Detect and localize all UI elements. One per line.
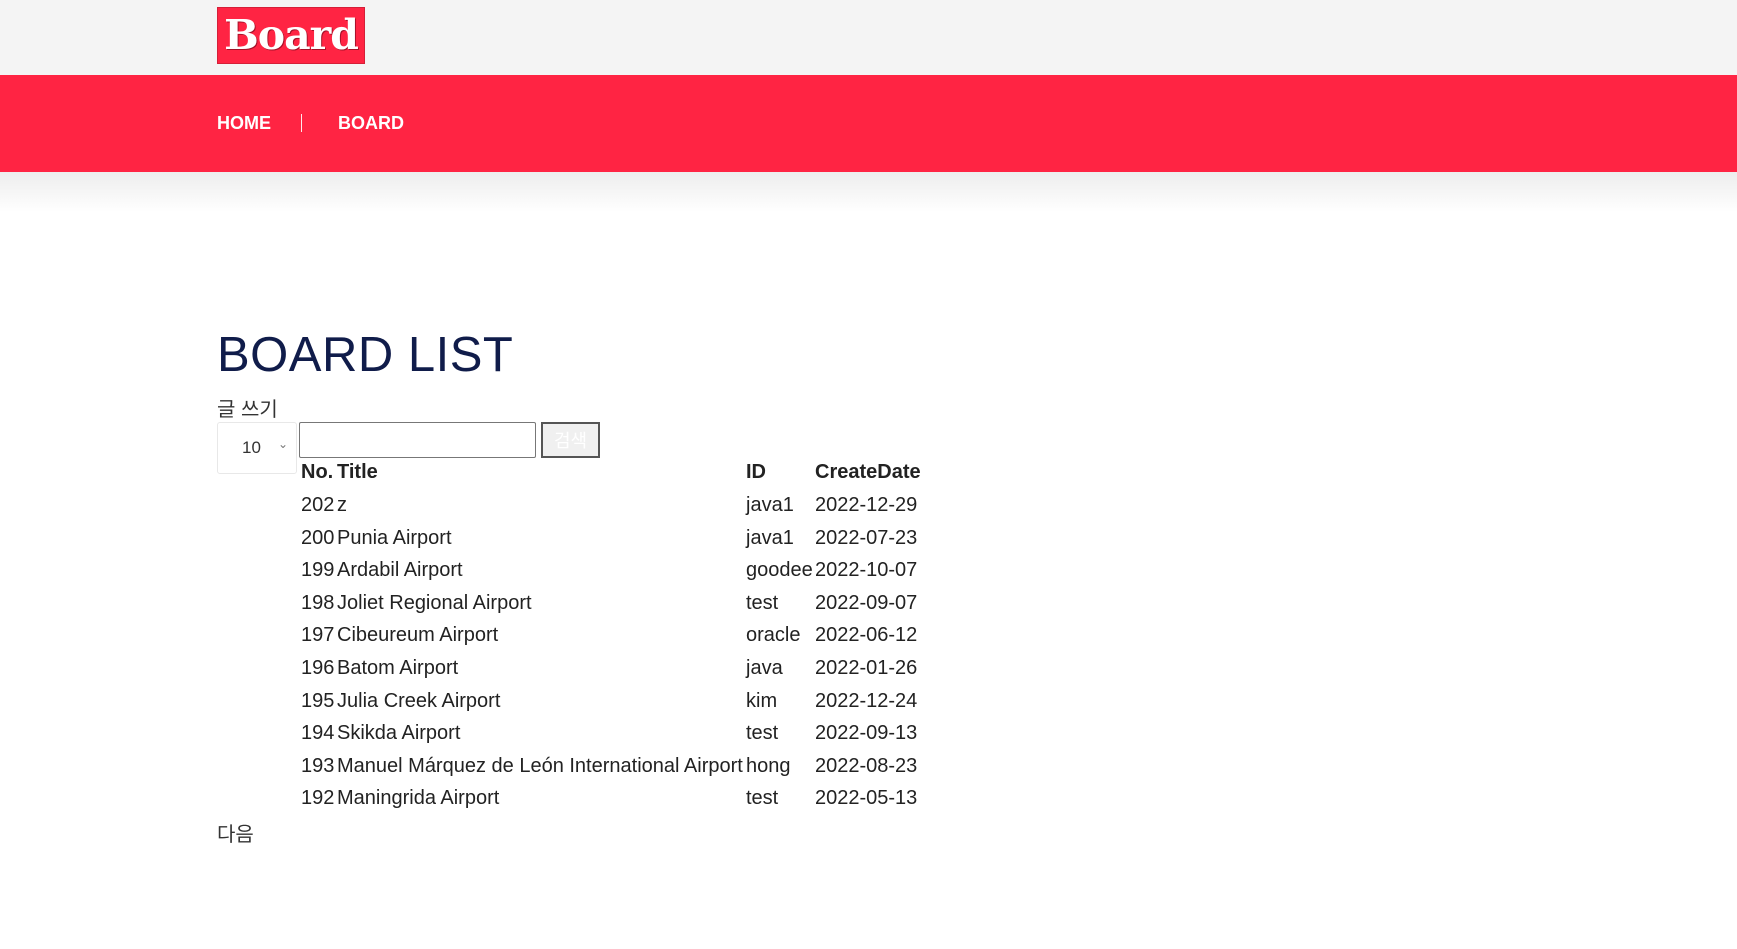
chevron-down-icon: ⌄ — [278, 437, 289, 451]
cell-no: 197 — [301, 624, 335, 647]
cell-date: 2022-05-13 — [815, 787, 918, 810]
cell-date: 2022-01-26 — [815, 657, 918, 679]
cell-title[interactable]: Joliet Regional Airport — [337, 590, 532, 616]
cell-no: 198 — [301, 591, 335, 614]
cell-id: test — [746, 787, 779, 810]
rows-per-page-value: 10 — [242, 438, 261, 457]
rows-per-page-select[interactable]: 10 ⌄ — [217, 422, 297, 474]
header-shadow — [0, 172, 1737, 212]
cell-id: java1 — [746, 526, 794, 549]
search-input[interactable] — [299, 422, 536, 458]
cell-title[interactable]: Maningrida Airport — [337, 785, 499, 811]
nav-board[interactable]: BOARD — [338, 112, 404, 134]
cell-id: oracle — [746, 624, 801, 647]
cell-no: 202 — [301, 494, 335, 516]
cell-date: 2022-06-12 — [815, 624, 918, 647]
cell-id: kim — [746, 689, 778, 712]
cell-date: 2022-12-29 — [815, 494, 918, 516]
logo[interactable]: Board — [217, 7, 365, 64]
cell-id: java1 — [746, 494, 794, 516]
cell-id: java — [746, 657, 783, 679]
cell-date: 2022-07-23 — [815, 526, 918, 549]
cell-id: goodee — [746, 559, 813, 582]
cell-date: 2022-09-13 — [815, 722, 918, 745]
cell-title[interactable]: Ardabil Airport — [337, 557, 463, 583]
next-page-link[interactable]: 다음 — [217, 818, 254, 847]
cell-title[interactable]: Manuel Márquez de León International Air… — [337, 753, 743, 779]
top-bar: Board — [0, 0, 1737, 75]
cell-id: test — [746, 722, 779, 745]
page-title: BOARD LIST — [217, 328, 514, 382]
cell-no: 193 — [301, 754, 335, 777]
column-header-date: CreateDate — [815, 461, 921, 483]
cell-no: 195 — [301, 689, 335, 712]
write-post-link[interactable]: 글 쓰기 — [217, 393, 278, 422]
main-nav: HOME BOARD — [0, 75, 1737, 172]
cell-no: 200 — [301, 526, 335, 549]
cell-date: 2022-10-07 — [815, 559, 918, 582]
search-button[interactable]: 검색 — [541, 422, 600, 458]
cell-id: test — [746, 591, 779, 614]
cell-id: hong — [746, 754, 791, 777]
cell-title[interactable]: Batom Airport — [337, 655, 458, 681]
column-header-id: ID — [746, 461, 766, 483]
column-header-no: No. — [301, 461, 334, 483]
cell-date: 2022-09-07 — [815, 591, 918, 614]
cell-no: 196 — [301, 657, 335, 679]
cell-title[interactable]: Skikda Airport — [337, 720, 460, 746]
nav-home[interactable]: HOME — [217, 112, 271, 134]
cell-no: 194 — [301, 722, 335, 745]
cell-no: 192 — [301, 787, 335, 810]
cell-no: 199 — [301, 559, 335, 582]
cell-title[interactable]: z — [337, 492, 347, 518]
cell-title[interactable]: Punia Airport — [337, 525, 452, 551]
cell-title[interactable]: Cibeureum Airport — [337, 622, 498, 648]
column-header-title: Title — [337, 461, 378, 483]
nav-divider — [301, 114, 302, 132]
cell-date: 2022-08-23 — [815, 754, 918, 777]
cell-date: 2022-12-24 — [815, 689, 918, 712]
cell-title[interactable]: Julia Creek Airport — [337, 688, 500, 714]
